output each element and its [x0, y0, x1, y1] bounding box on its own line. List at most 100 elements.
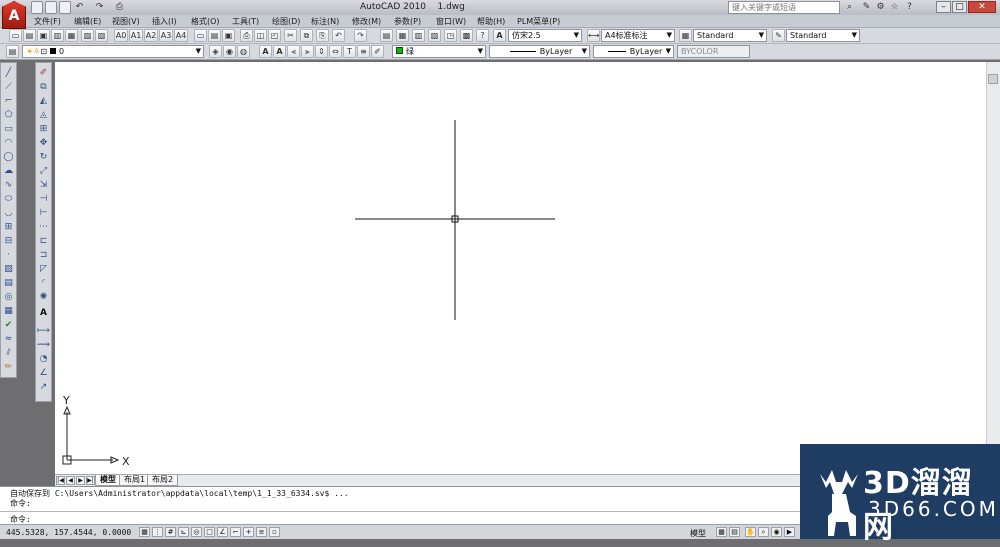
rotate-icon[interactable]: ↻ — [37, 151, 50, 163]
text-style-select[interactable]: 仿宋2.5 ▼ — [508, 29, 582, 42]
properties-icon[interactable]: ▤ — [380, 29, 393, 42]
layer-select[interactable]: ☀☼⊡ 0 ▼ — [22, 45, 204, 58]
search-icon[interactable]: ⌕ — [843, 1, 856, 14]
scroll-thumb[interactable] — [988, 74, 998, 84]
subscription-icon[interactable]: ✎ — [860, 1, 873, 14]
align-center-icon[interactable]: ⫸ — [301, 45, 314, 58]
text-tool-icon[interactable]: A — [37, 307, 50, 319]
menu-file[interactable]: 文件(F) — [34, 16, 61, 27]
wave-icon[interactable]: ≈ — [2, 333, 15, 345]
dimension-aligned-icon[interactable]: ⟿ — [37, 339, 50, 351]
rectangle-icon[interactable]: ▭ — [2, 123, 15, 135]
ellipse-icon[interactable]: ⬭ — [2, 193, 15, 205]
export-icon[interactable]: ▧ — [81, 29, 94, 42]
copy-object-icon[interactable]: ⧉ — [37, 81, 50, 93]
tab-layout2[interactable]: 布局2 — [147, 475, 179, 486]
offset-icon[interactable]: ◬ — [37, 109, 50, 121]
folder-icon[interactable]: ▤ — [208, 29, 221, 42]
publish-icon[interactable]: ▦ — [65, 29, 78, 42]
help-search-input[interactable]: 键入关键字或短语 — [728, 1, 840, 14]
explode-icon[interactable]: ✺ — [37, 291, 50, 303]
menu-plm[interactable]: PLM菜单(P) — [517, 16, 560, 27]
help-icon[interactable]: ? — [476, 29, 489, 42]
layer-states-icon[interactable]: ◍ — [237, 45, 250, 58]
text-style-icon[interactable]: A — [493, 29, 506, 42]
steering-wheel-icon[interactable]: ◉ — [771, 527, 782, 537]
pdf-icon[interactable]: ▨ — [95, 29, 108, 42]
check-icon[interactable]: ✔ — [2, 319, 15, 331]
insert-block-icon[interactable]: ⊞ — [2, 221, 15, 233]
print-icon[interactable]: ⎙ — [113, 1, 126, 14]
paste-icon[interactable]: ⎘ — [316, 29, 329, 42]
design-center-icon[interactable]: ▦ — [396, 29, 409, 42]
menu-draw[interactable]: 绘图(D) — [272, 16, 300, 27]
quick-properties-icon[interactable]: ▫ — [269, 527, 280, 537]
a1-button[interactable]: A1 — [129, 29, 143, 42]
application-menu-button[interactable]: A — [2, 1, 26, 29]
polar-icon[interactable]: ◎ — [191, 527, 202, 537]
open-icon[interactable]: ▤ — [23, 29, 36, 42]
next-tab-icon[interactable]: ▶ — [76, 476, 85, 485]
a3-button[interactable]: A3 — [159, 29, 173, 42]
menu-view[interactable]: 视图(V) — [112, 16, 140, 27]
open-file-icon[interactable] — [45, 1, 57, 14]
text-edit-icon[interactable]: ✐ — [371, 45, 384, 58]
save-icon[interactable]: ▣ — [37, 29, 50, 42]
table-style-icon[interactable]: ▦ — [679, 29, 692, 42]
sheet-set-icon[interactable]: ▧ — [428, 29, 441, 42]
menu-help[interactable]: 帮助(H) — [477, 16, 505, 27]
hatch-icon[interactable]: ▨ — [2, 263, 15, 275]
menu-edit[interactable]: 编辑(E) — [74, 16, 101, 27]
menu-modify[interactable]: 修改(M) — [352, 16, 381, 27]
join-icon[interactable]: ⊐ — [37, 249, 50, 261]
table-style-select[interactable]: Standard ▼ — [693, 29, 767, 42]
lineweight-select[interactable]: ByLayer ▼ — [593, 45, 674, 58]
dimension-linear-icon[interactable]: ⟼ — [37, 325, 50, 337]
preview-icon[interactable]: ◫ — [254, 29, 267, 42]
close-button[interactable]: ✕ — [968, 1, 996, 13]
a0-button[interactable]: A0 — [114, 29, 128, 42]
make-block-icon[interactable]: ⊟ — [2, 235, 15, 247]
minimize-button[interactable]: – — [936, 1, 951, 13]
communication-icon[interactable]: ⚙ — [874, 1, 887, 14]
otrack-icon[interactable]: ∠ — [217, 527, 228, 537]
a2-button[interactable]: A2 — [144, 29, 158, 42]
multiline-icon[interactable]: ⫽ — [2, 347, 15, 359]
copy-icon[interactable]: ⧉ — [300, 29, 313, 42]
prev-tab-icon[interactable]: ◀ — [66, 476, 75, 485]
new-file-icon[interactable] — [31, 1, 43, 14]
pan-icon[interactable]: ✋ — [745, 527, 756, 537]
erase-icon[interactable]: ✐ — [37, 67, 50, 79]
line-icon[interactable]: ╱ — [2, 67, 15, 79]
table-icon[interactable]: ▦ — [2, 305, 15, 317]
menu-window[interactable]: 窗口(W) — [436, 16, 466, 27]
array-icon[interactable]: ⊞ — [37, 123, 50, 135]
ellipse-arc-icon[interactable]: ◡ — [2, 207, 15, 219]
lineweight-toggle-icon[interactable]: ≡ — [256, 527, 267, 537]
markup-icon[interactable]: ◳ — [444, 29, 457, 42]
qnew-icon[interactable]: ▭ — [194, 29, 207, 42]
save-icon[interactable] — [59, 1, 71, 14]
last-tab-icon[interactable]: ▶| — [86, 476, 95, 485]
linetype-select[interactable]: ByLayer ▼ — [489, 45, 590, 58]
menu-insert[interactable]: 插入(I) — [152, 16, 177, 27]
point-icon[interactable]: · — [2, 249, 15, 261]
construction-line-icon[interactable]: ⟋ — [2, 81, 15, 93]
scale-icon[interactable]: ⤢ — [37, 165, 50, 177]
snap-icon[interactable]: ⋮ — [152, 527, 163, 537]
tool-palette-icon[interactable]: ▥ — [412, 29, 425, 42]
extend-icon[interactable]: ⊢ — [37, 207, 50, 219]
break-point-icon[interactable]: ⋯ — [37, 221, 50, 233]
osnap-icon[interactable]: □ — [204, 527, 215, 537]
polygon-icon[interactable]: ⬠ — [2, 109, 15, 121]
align-left-icon[interactable]: ⫷ — [287, 45, 300, 58]
make-current-icon[interactable]: ◈ — [209, 45, 222, 58]
multileader-style-icon[interactable]: ✎ — [772, 29, 785, 42]
redo-icon[interactable]: ↷ — [93, 1, 106, 14]
polyline-icon[interactable]: ⌐ — [2, 95, 15, 107]
move-icon[interactable]: ✥ — [37, 137, 50, 149]
arc-icon[interactable]: ◠ — [2, 137, 15, 149]
multileader-style-select[interactable]: Standard ▼ — [786, 29, 860, 42]
redo-icon[interactable]: ↷ — [354, 29, 367, 42]
plot-style-select[interactable]: BYCOLOR — [677, 45, 750, 58]
